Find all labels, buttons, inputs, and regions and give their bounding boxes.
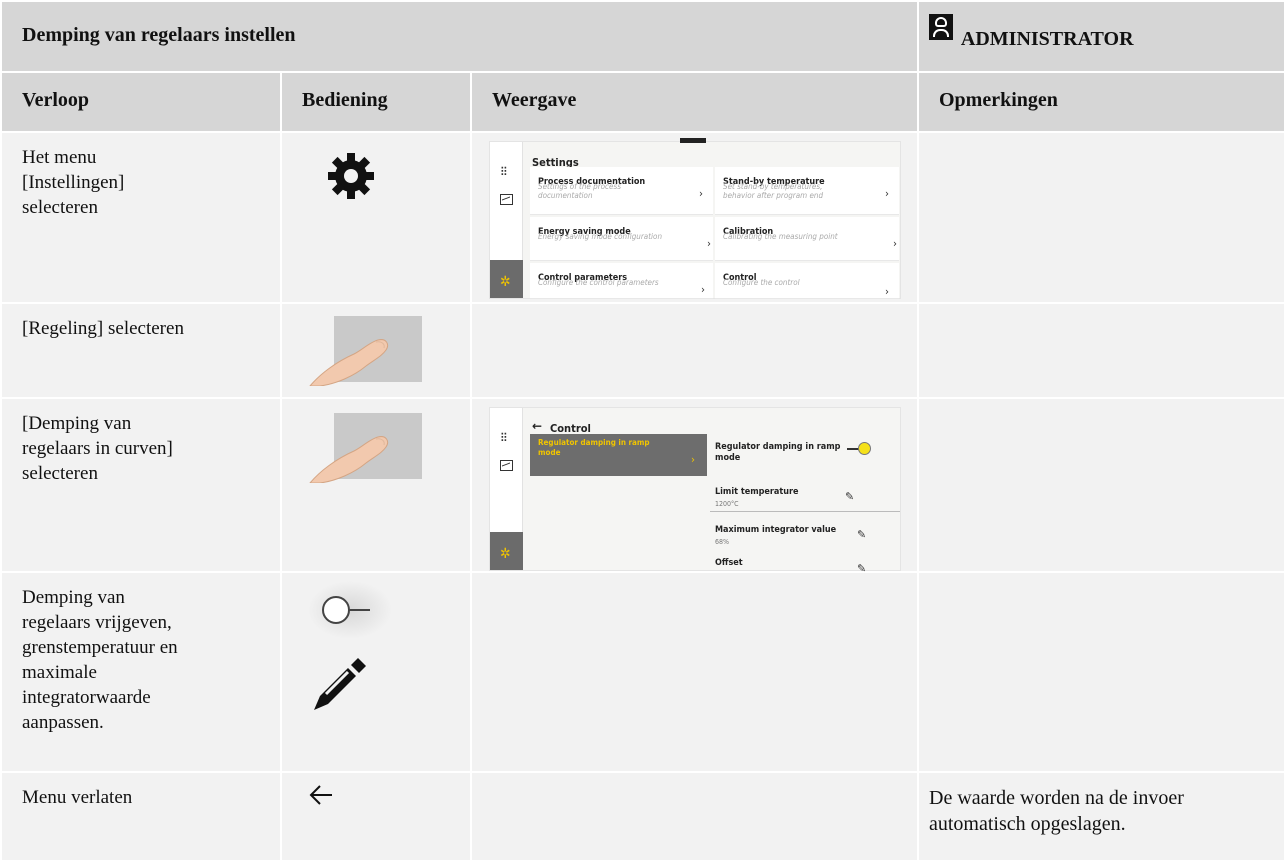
gear-icon bbox=[328, 153, 374, 199]
tile-control: Control Configure the control › bbox=[715, 263, 899, 299]
label-regulator-damping: Regulator damping in ramp mode bbox=[715, 442, 841, 463]
screen-rail: ⠿ ✲ bbox=[490, 142, 523, 298]
tile-energy-saving: Energy saving mode Energy saving mode co… bbox=[530, 217, 713, 261]
document: Demping van regelaars instellen ADMINIST… bbox=[0, 0, 1284, 862]
control-screenshot: ⠿ ✲ ← Control Regulator damping in ramp … bbox=[489, 407, 901, 575]
back-arrow-icon bbox=[309, 785, 332, 805]
step-4-remark bbox=[917, 571, 1284, 773]
apps-icon: ⠿ bbox=[500, 431, 508, 445]
divider bbox=[710, 511, 900, 512]
settings-rail-tile: ✲ bbox=[490, 532, 523, 570]
small-gear-icon: ✲ bbox=[500, 274, 511, 290]
step-3-display: ⠿ ✲ ← Control Regulator damping in ramp … bbox=[470, 397, 919, 575]
step-2-display bbox=[470, 302, 919, 399]
step-3-control bbox=[280, 397, 472, 573]
chevron-right-icon: › bbox=[691, 453, 695, 466]
settings-screenshot: ⠿ ✲ Settings Process documentation Setti… bbox=[489, 138, 901, 299]
chevron-right-icon: › bbox=[893, 237, 897, 250]
step-5-text: Menu verlaten bbox=[0, 771, 282, 862]
toggle-on-icon bbox=[858, 442, 871, 455]
chevron-right-icon: › bbox=[885, 187, 889, 200]
page-title: Demping van regelaars instellen bbox=[0, 0, 919, 73]
role-cell: ADMINISTRATOR bbox=[917, 0, 1284, 73]
chart-icon bbox=[500, 194, 513, 205]
step-1-display: ⠿ ✲ Settings Process documentation Setti… bbox=[470, 131, 919, 304]
tile-process-documentation: Process documentation Settings of the pr… bbox=[530, 167, 713, 215]
step-1-text: Het menu [Instellingen] selecteren bbox=[0, 131, 282, 304]
menu-item-regulator-damping: Regulator damping in ramp mode › bbox=[530, 434, 707, 476]
tile-calibration: Calibration Calibrating the measuring po… bbox=[715, 217, 899, 261]
small-gear-icon: ✲ bbox=[500, 546, 511, 562]
pencil-icon bbox=[314, 658, 366, 710]
value-limit-temperature: 1200°C bbox=[715, 500, 739, 508]
step-1-control bbox=[280, 131, 472, 304]
toggle-off-icon bbox=[308, 581, 392, 639]
chevron-right-icon: › bbox=[699, 187, 703, 200]
step-2-remark bbox=[917, 302, 1284, 399]
label-offset: Offset bbox=[715, 558, 743, 568]
chevron-right-icon: › bbox=[885, 285, 889, 298]
column-header-verloop: Verloop bbox=[0, 71, 282, 133]
chevron-right-icon: › bbox=[701, 283, 705, 296]
settings-rail-tile: ✲ bbox=[490, 260, 523, 298]
chart-icon bbox=[500, 460, 513, 471]
label-max-integrator: Maximum integrator value bbox=[715, 525, 837, 535]
tile-standby-temperature: Stand-by temperature Set stand-by temper… bbox=[715, 167, 899, 215]
pencil-icon: ✎ bbox=[857, 528, 867, 541]
pencil-icon: ✎ bbox=[857, 562, 867, 575]
finger-tap-icon bbox=[308, 316, 422, 387]
tile-control-parameters: Control parameters Configure the control… bbox=[530, 263, 713, 299]
chevron-right-icon: › bbox=[707, 237, 711, 250]
step-5-display bbox=[470, 771, 919, 862]
role-label: ADMINISTRATOR bbox=[960, 28, 1134, 50]
pencil-icon: ✎ bbox=[845, 490, 855, 503]
user-icon bbox=[929, 14, 953, 40]
column-header-bediening: Bediening bbox=[280, 71, 472, 133]
step-3-remark bbox=[917, 397, 1284, 573]
step-4-display bbox=[470, 571, 919, 773]
procedure-table: Demping van regelaars instellen ADMINIST… bbox=[0, 0, 1284, 862]
screen-rail: ⠿ ✲ bbox=[490, 408, 523, 570]
step-4-control bbox=[280, 571, 472, 773]
step-2-text: [Regeling] selecteren bbox=[0, 302, 282, 399]
step-5-remark: De waarde worden na de invoer automatisc… bbox=[917, 771, 1284, 862]
apps-icon: ⠿ bbox=[500, 165, 508, 179]
column-header-opmerkingen: Opmerkingen bbox=[917, 71, 1284, 133]
finger-tap-icon bbox=[308, 413, 422, 484]
step-2-control bbox=[280, 302, 472, 399]
step-3-text: [Demping van regelaars in curven] select… bbox=[0, 397, 282, 573]
step-5-control bbox=[280, 771, 472, 862]
step-4-text: Demping van regelaars vrijgeven, grenste… bbox=[0, 571, 282, 773]
column-header-weergave: Weergave bbox=[470, 71, 919, 133]
step-1-remark bbox=[917, 131, 1284, 304]
